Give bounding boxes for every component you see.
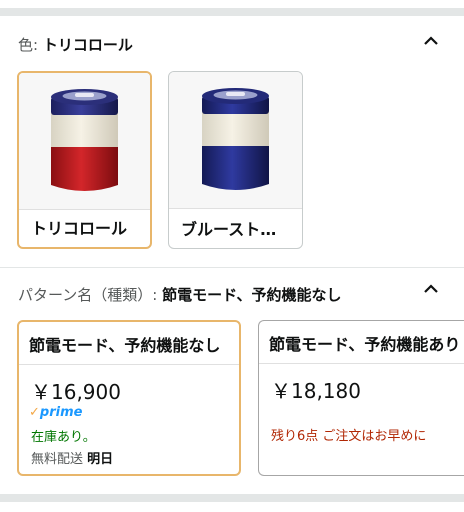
color-option-name: ブルースト… xyxy=(181,220,277,239)
top-divider xyxy=(0,8,464,16)
pattern-option-no-reservation[interactable]: 節電モード、予約機能なし ￥16,900 ✓prime 在庫あり。 無料配送 明… xyxy=(17,320,241,476)
card-divider xyxy=(19,364,239,365)
chevron-up-icon[interactable] xyxy=(420,30,442,52)
pattern-selected-value: 節電モード、予約機能なし xyxy=(162,286,342,304)
pattern-option-with-reservation[interactable]: 節電モード、予約機能あり ￥18,180 残り6点 ご注文はお早めに xyxy=(258,320,464,476)
card-divider xyxy=(259,363,464,364)
pattern-label: パターン名（種類）: xyxy=(18,286,158,304)
low-stock-note: 残り6点 ご注文はお早めに xyxy=(271,429,427,444)
chevron-up-icon[interactable] xyxy=(420,278,442,300)
shipping-info: 無料配送 明日 xyxy=(31,448,113,467)
shipping-label: 無料配送 xyxy=(31,452,84,467)
pattern-option-title: 節電モード、予約機能あり xyxy=(269,335,461,354)
color-selected-value: トリコロール xyxy=(42,36,133,54)
pattern-section-header: パターン名（種類）: 節電モード、予約機能なし xyxy=(18,284,342,305)
prime-badge: ✓prime xyxy=(29,405,82,420)
product-image xyxy=(169,72,302,208)
checkmark-icon: ✓ xyxy=(29,405,40,420)
color-option-tricolor[interactable]: トリコロール xyxy=(17,71,152,249)
section-divider xyxy=(0,267,464,268)
swatch-divider xyxy=(19,209,150,210)
tricolor-bin-image xyxy=(51,89,118,191)
prime-label: prime xyxy=(39,405,83,420)
stock-status: 在庫あり。 xyxy=(31,430,96,445)
product-image xyxy=(19,73,150,209)
price: ￥16,900 xyxy=(31,380,121,404)
price: ￥18,180 xyxy=(271,379,361,403)
color-section-header: 色: トリコロール xyxy=(18,34,133,55)
color-option-name: トリコロール xyxy=(31,219,128,238)
swatch-divider xyxy=(169,208,302,209)
bottom-divider xyxy=(0,494,464,502)
pattern-option-title: 節電モード、予約機能なし xyxy=(29,336,221,355)
blue-bin-image xyxy=(202,88,269,190)
shipping-day: 明日 xyxy=(87,452,114,467)
color-option-blue-stripe[interactable]: ブルースト… xyxy=(168,71,303,249)
color-label: 色: xyxy=(18,36,39,54)
